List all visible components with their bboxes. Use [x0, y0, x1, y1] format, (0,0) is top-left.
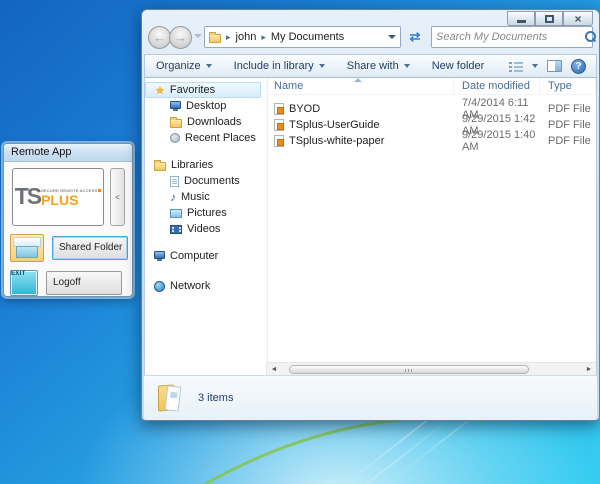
horizontal-scrollbar[interactable]: ◄ ► [266, 362, 596, 375]
exit-icon[interactable]: EXIT [10, 270, 38, 296]
logo-ts-text: TS [15, 187, 40, 207]
breadcrumb-separator-icon [256, 31, 271, 43]
back-arrow-icon: ← [153, 30, 166, 45]
file-row[interactable]: TSplus-UserGuide 9/29/2015 1:42 AM PDF F… [266, 117, 596, 133]
file-list: Name Date modified Type BYOD 7/4/2014 6:… [266, 78, 596, 362]
sidebar-item-desktop[interactable]: Desktop [145, 98, 265, 114]
item-count-label: 3 items [198, 392, 233, 404]
picture-icon [170, 209, 182, 218]
monitor-icon [170, 101, 181, 109]
minimize-button[interactable] [507, 11, 535, 26]
scroll-left-icon[interactable]: ◄ [267, 363, 281, 375]
column-headers: Name Date modified Type [266, 78, 596, 95]
scroll-right-icon[interactable]: ► [582, 363, 596, 375]
desktop-wallpaper: Remote App TS SECURE REMOTE ACCESS PLUS … [0, 0, 600, 484]
folder-icon [209, 34, 221, 43]
explorer-main-area: Favorites Desktop Downloads Recent Place… [144, 78, 597, 375]
organize-menu[interactable]: Organize [145, 55, 223, 77]
chevron-down-icon [404, 64, 410, 68]
breadcrumb-john[interactable]: john [236, 31, 257, 43]
window-controls: × [507, 11, 593, 26]
remote-app-title[interactable]: Remote App [4, 144, 132, 162]
address-dropdown-icon[interactable] [388, 35, 396, 39]
new-folder-button[interactable]: New folder [421, 55, 496, 77]
change-view-icon[interactable] [509, 61, 523, 72]
refresh-button[interactable] [404, 26, 426, 48]
music-note-icon [170, 190, 176, 204]
chevron-down-icon [319, 64, 325, 68]
libraries-icon [154, 162, 166, 171]
pdf-file-icon [274, 103, 284, 115]
close-icon: × [574, 13, 581, 25]
sidebar-item-documents[interactable]: Documents [145, 173, 265, 189]
sidebar-item-music[interactable]: Music [145, 189, 265, 205]
film-icon [170, 225, 182, 234]
scrollbar-thumb[interactable] [289, 365, 529, 374]
views-dropdown-icon[interactable] [532, 64, 538, 68]
scrollbar-grip-icon [405, 369, 413, 372]
sidebar-item-network[interactable]: Network [145, 278, 265, 294]
scrollbar-track[interactable] [281, 363, 582, 375]
logo-plus-text: PLUS [41, 193, 101, 207]
file-row[interactable]: BYOD 7/4/2014 6:11 AM PDF File [266, 101, 596, 117]
sidebar-item-libraries[interactable]: Libraries [145, 157, 265, 173]
shared-folder-icon[interactable] [10, 234, 44, 262]
forward-button[interactable]: → [169, 26, 192, 49]
sidebar-item-videos[interactable]: Videos [145, 221, 265, 237]
maximize-button[interactable] [535, 11, 563, 26]
search-input[interactable] [432, 31, 583, 43]
pdf-file-icon [274, 135, 284, 147]
tsplus-logo: TS SECURE REMOTE ACCESS PLUS [12, 168, 104, 226]
column-header-name[interactable]: Name [266, 78, 454, 94]
file-row[interactable]: TSplus-white-paper 9/29/2015 1:40 AM PDF… [266, 133, 596, 149]
computer-icon [154, 251, 165, 259]
sidebar-item-pictures[interactable]: Pictures [145, 205, 265, 221]
column-header-date-modified[interactable]: Date modified [454, 78, 540, 94]
close-button[interactable]: × [563, 11, 593, 26]
chevron-down-icon [206, 64, 212, 68]
sidebar-item-downloads[interactable]: Downloads [145, 114, 265, 130]
breadcrumb-my-documents[interactable]: My Documents [271, 31, 344, 43]
shared-folder-button[interactable]: Shared Folder [52, 236, 128, 260]
navigation-pane: Favorites Desktop Downloads Recent Place… [145, 78, 265, 375]
logoff-button[interactable]: Logoff [46, 271, 122, 295]
document-icon [170, 176, 179, 187]
history-dropdown-icon[interactable] [194, 34, 202, 38]
preview-pane-icon[interactable] [547, 60, 562, 72]
command-bar: Organize Include in library Share with N… [144, 54, 597, 78]
details-pane: 3 items [144, 375, 597, 420]
collapse-panel-button[interactable]: < [110, 168, 125, 226]
column-header-type[interactable]: Type [540, 78, 596, 94]
recent-places-icon [170, 133, 180, 143]
remote-app-window: Remote App TS SECURE REMOTE ACCESS PLUS … [3, 143, 133, 297]
forward-arrow-icon: → [174, 30, 187, 45]
open-folder-icon [158, 383, 184, 413]
sidebar-item-recent-places[interactable]: Recent Places [145, 130, 265, 146]
sort-ascending-icon [354, 78, 362, 82]
sidebar-item-computer[interactable]: Computer [145, 248, 265, 264]
include-in-library-menu[interactable]: Include in library [223, 55, 336, 77]
search-box [431, 26, 593, 48]
share-with-menu[interactable]: Share with [336, 55, 421, 77]
downloads-folder-icon [170, 119, 182, 128]
back-button[interactable]: ← [148, 26, 171, 49]
breadcrumb-separator-icon [221, 31, 236, 43]
maximize-icon [545, 15, 554, 23]
explorer-window: × ← → john My Documents Organize Include… [141, 9, 600, 421]
network-icon [154, 281, 165, 292]
sidebar-item-favorites[interactable]: Favorites [145, 82, 261, 98]
search-icon[interactable] [583, 30, 597, 44]
pdf-file-icon [274, 119, 284, 131]
address-bar[interactable]: john My Documents [204, 26, 401, 48]
star-icon [155, 84, 165, 97]
help-icon[interactable]: ? [571, 59, 586, 74]
minimize-icon [517, 20, 526, 23]
